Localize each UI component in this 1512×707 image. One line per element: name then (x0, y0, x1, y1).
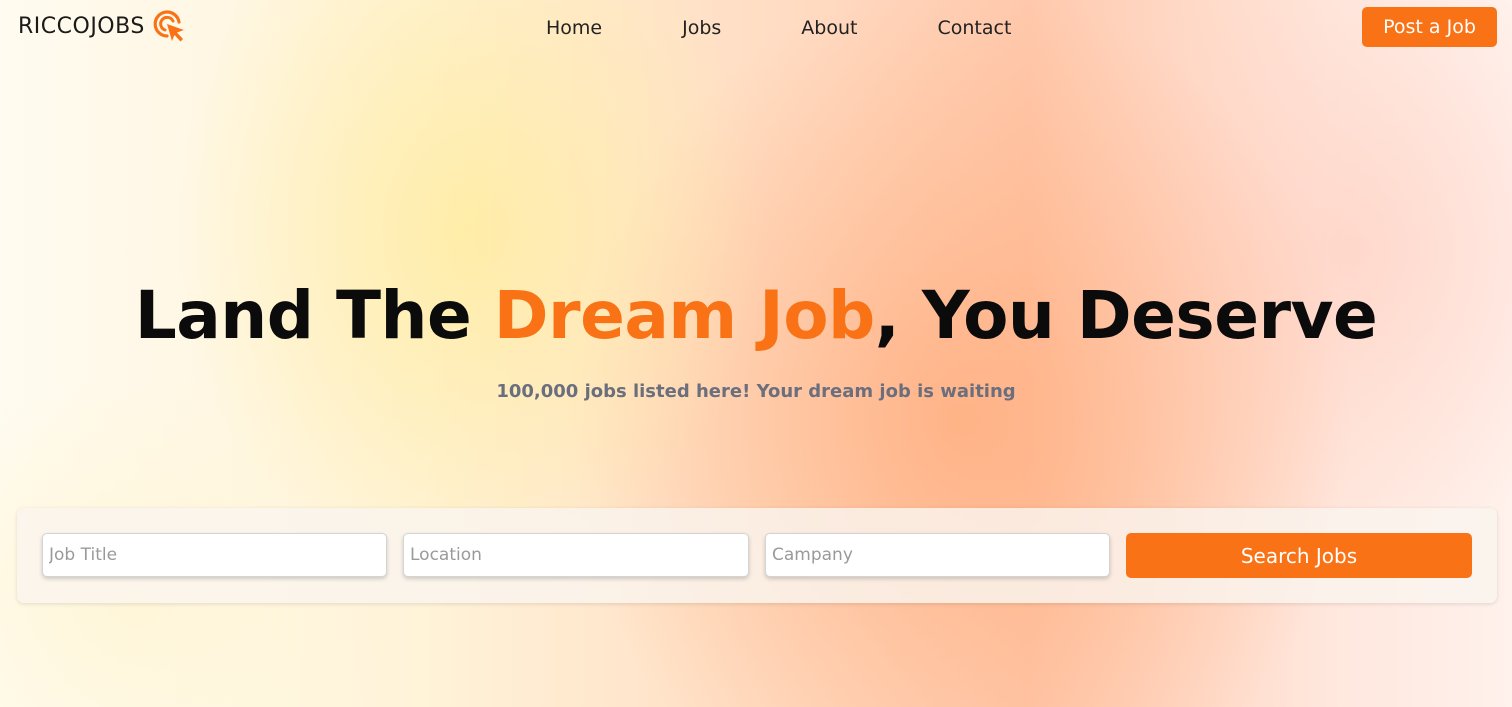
hero-title: Land The Dream Job, You Deserve (0, 277, 1512, 354)
nav-link-home[interactable]: Home (546, 17, 602, 39)
cursor-click-target-icon (151, 8, 187, 44)
nav-link-about[interactable]: About (801, 17, 857, 39)
hero-subtitle: 100,000 jobs listed here! Your dream job… (496, 381, 1016, 402)
job-title-input[interactable] (42, 533, 387, 577)
navbar: RICCOJOBS Home Jobs About Contact Post a… (0, 0, 1512, 56)
nav-link-jobs[interactable]: Jobs (682, 17, 721, 39)
nav-link-contact[interactable]: Contact (937, 17, 1011, 39)
hero-title-end: , You Deserve (874, 277, 1378, 354)
location-input[interactable] (403, 533, 749, 577)
search-jobs-button[interactable]: Search Jobs (1126, 533, 1472, 578)
hero-title-accent: Dream Job (493, 277, 876, 354)
job-search-panel: Search Jobs (17, 508, 1497, 603)
hero-title-start: Land The (134, 277, 494, 354)
post-a-job-button[interactable]: Post a Job (1362, 7, 1497, 47)
company-input[interactable] (765, 533, 1110, 577)
main-nav: Home Jobs About Contact (520, 0, 1011, 56)
brand-name: RICCOJOBS (18, 13, 145, 39)
brand-logo[interactable]: RICCOJOBS (18, 8, 187, 44)
